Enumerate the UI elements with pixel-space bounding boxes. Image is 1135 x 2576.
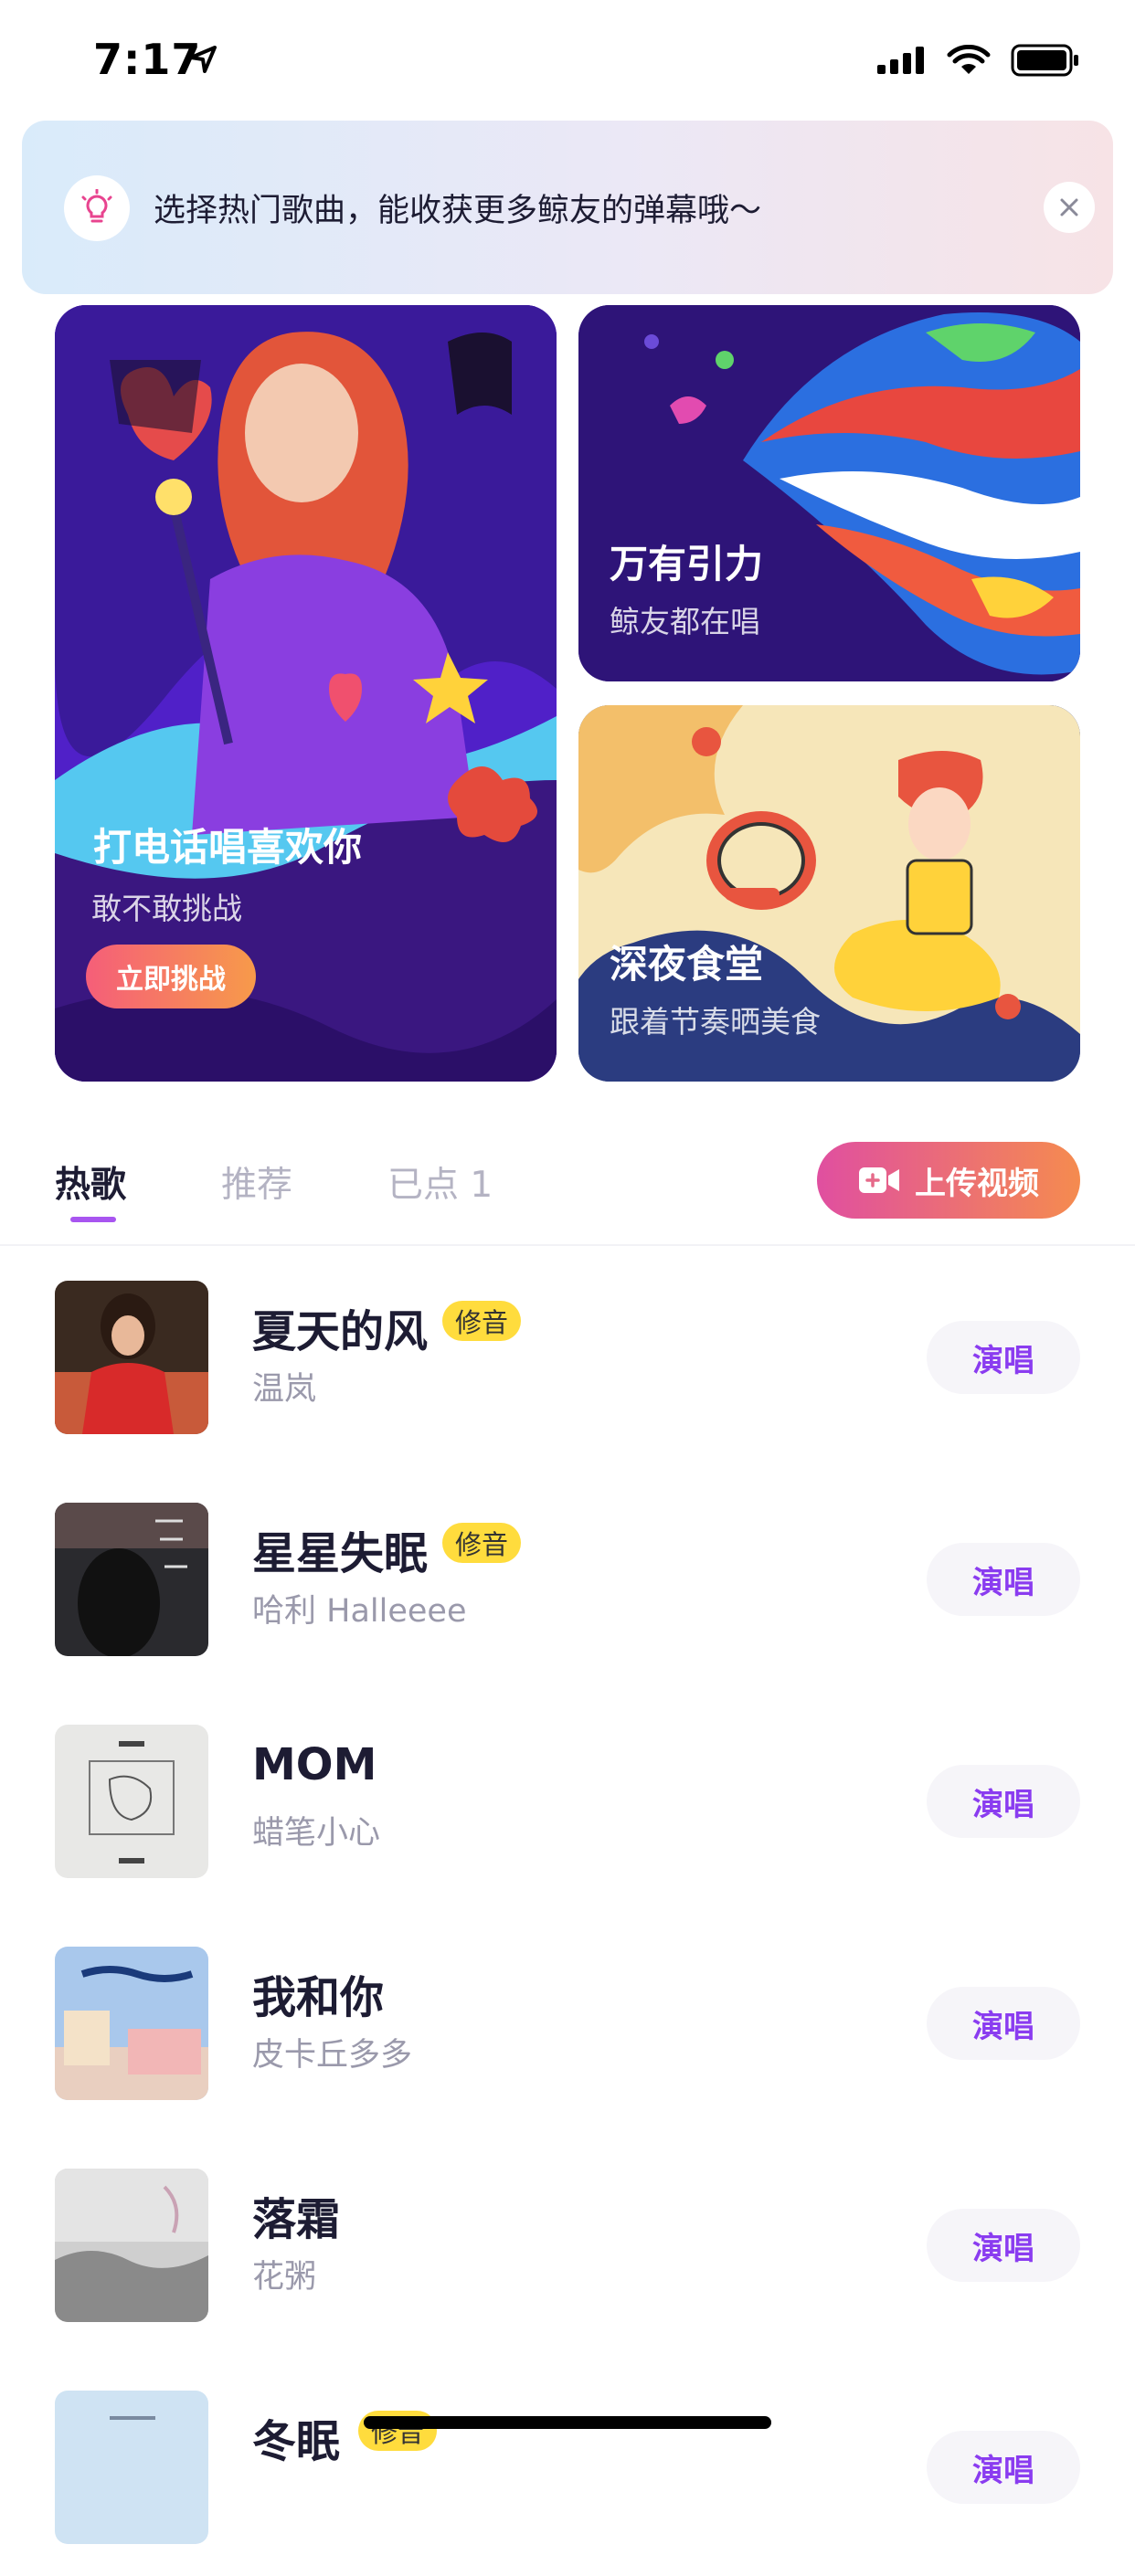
card-subtitle: 鲸友都在唱 (610, 604, 760, 639)
close-icon[interactable] (1044, 182, 1095, 233)
upload-video-label: 上传视频 (915, 1165, 1039, 1202)
status-time: 7:17 (93, 35, 202, 84)
sing-button[interactable]: 演唱 (927, 1321, 1080, 1394)
sing-button[interactable]: 演唱 (927, 2209, 1080, 2282)
sing-button[interactable]: 演唱 (927, 1765, 1080, 1838)
album-cover (55, 1947, 208, 2100)
album-cover (55, 1503, 208, 1656)
status-icons (877, 44, 1080, 77)
song-row[interactable]: 落霜 花粥 演唱 (0, 2132, 1135, 2354)
tuning-badge: 修音 (442, 1523, 522, 1563)
tip-text: 选择热门歌曲，能收获更多鲸友的弹幕哦～ (154, 193, 762, 229)
tip-banner: 选择热门歌曲，能收获更多鲸友的弹幕哦～ (22, 121, 1113, 294)
card-title: 万有引力 (610, 542, 764, 586)
song-artist: 蜡笔小心 (252, 1815, 381, 1852)
sing-button[interactable]: 演唱 (927, 1987, 1080, 2060)
album-cover (55, 1725, 208, 1878)
album-cover (55, 1281, 208, 1434)
song-artist: 花粥 (252, 2259, 317, 2296)
card-subtitle: 敢不敢挑战 (91, 891, 242, 926)
upload-video-button[interactable]: 上传视频 (817, 1142, 1080, 1219)
song-artist: 温岚 (252, 1371, 317, 1408)
song-row[interactable]: 星星失眠 修音 哈利 Halleeee 演唱 (0, 1466, 1135, 1688)
cellular-signal-icon (877, 47, 924, 74)
home-indicator (364, 2416, 771, 2429)
sing-button[interactable]: 演唱 (927, 2431, 1080, 2504)
active-tab-indicator (70, 1217, 116, 1222)
tab-selected[interactable]: 已点 1 (387, 1156, 493, 1208)
challenge-card[interactable]: 打电话唱喜欢你 敢不敢挑战 立即挑战 (55, 305, 557, 1082)
battery-icon (1011, 44, 1078, 77)
song-title: 冬眠 (252, 2416, 341, 2467)
song-artist: 哈利 Halleeee (252, 1593, 467, 1630)
gravity-card[interactable]: 万有引力 鲸友都在唱 (578, 305, 1080, 681)
song-row[interactable]: MOM 蜡笔小心 演唱 (0, 1688, 1135, 1910)
tab-hot-songs[interactable]: 热歌 (55, 1156, 126, 1208)
song-title: 星星失眠 (252, 1528, 429, 1579)
song-title: 我和你 (252, 1972, 385, 2023)
song-title: MOM (252, 1739, 377, 1790)
card-subtitle: 跟着节奏晒美食 (610, 1004, 821, 1040)
song-artist: 皮卡丘多多 (252, 2037, 413, 2074)
song-title: 夏天的风 (252, 1306, 429, 1357)
card-title: 打电话唱喜欢你 (93, 825, 363, 870)
song-row[interactable]: 夏天的风 修音 温岚 演唱 (0, 1244, 1135, 1466)
location-arrow-icon (187, 44, 218, 79)
lightbulb-icon (64, 175, 130, 241)
tab-recommended[interactable]: 推荐 (221, 1156, 292, 1208)
challenge-button[interactable]: 立即挑战 (86, 945, 256, 1008)
video-camera-icon (859, 1167, 899, 1193)
card-title: 深夜食堂 (610, 942, 764, 987)
song-row[interactable]: 冬眠 修音 演唱 (0, 2354, 1135, 2576)
midnight-diner-card[interactable]: 深夜食堂 跟着节奏晒美食 (578, 705, 1080, 1082)
song-row[interactable]: 我和你 皮卡丘多多 演唱 (0, 1910, 1135, 2132)
tuning-badge: 修音 (442, 1301, 522, 1341)
album-cover (55, 2391, 208, 2544)
sing-button[interactable]: 演唱 (927, 1543, 1080, 1616)
album-cover (55, 2169, 208, 2322)
wifi-icon (947, 45, 991, 74)
song-title: 落霜 (252, 2194, 341, 2245)
